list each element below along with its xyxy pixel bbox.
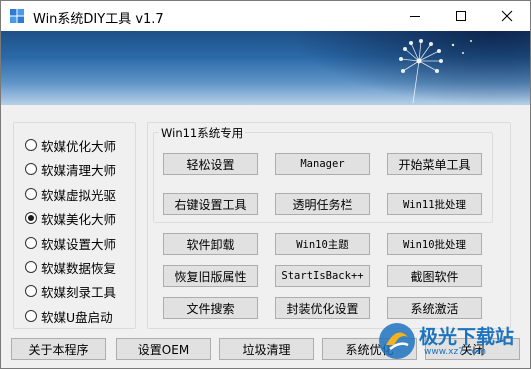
watermark-url: www.xz7.com bbox=[424, 347, 486, 357]
radio-option[interactable]: 软媒刻录工具 bbox=[25, 282, 116, 300]
minimize-icon bbox=[410, 16, 420, 17]
easy-settings-button[interactable]: 轻松设置 bbox=[163, 153, 258, 175]
watermark-text: 极光下载站 bbox=[419, 326, 515, 348]
software-uninstall-button[interactable]: 软件卸载 bbox=[163, 233, 258, 255]
maximize-icon bbox=[456, 11, 466, 21]
radio-option[interactable]: 软媒设置大师 bbox=[25, 234, 116, 252]
startisback-button[interactable]: StartIsBack++ bbox=[275, 265, 370, 287]
system-activation-button[interactable]: 系统激活 bbox=[387, 297, 482, 319]
radio-button[interactable] bbox=[25, 285, 37, 297]
radio-label: 软媒美化大师 bbox=[41, 211, 117, 227]
start-menu-tool-button[interactable]: 开始菜单工具 bbox=[387, 153, 482, 175]
app-icon bbox=[10, 9, 24, 23]
win10-theme-button[interactable]: Win10主题 bbox=[275, 233, 370, 255]
radio-option[interactable]: 软媒美化大师 bbox=[25, 209, 116, 227]
radio-button[interactable] bbox=[25, 237, 37, 249]
radio-option[interactable]: 软媒虚拟光驱 bbox=[25, 185, 116, 203]
screenshot-software-button[interactable]: 截图软件 bbox=[387, 265, 482, 287]
radio-button[interactable] bbox=[25, 261, 37, 273]
radio-button[interactable] bbox=[25, 310, 37, 322]
radio-button[interactable] bbox=[25, 188, 37, 200]
manager-button[interactable]: Manager bbox=[275, 153, 370, 175]
file-search-button[interactable]: 文件搜索 bbox=[163, 297, 258, 319]
title-bar[interactable]: Win系统DIY工具 v1.7 bbox=[1, 1, 530, 31]
win10-batch-button[interactable]: Win10批处理 bbox=[387, 233, 482, 255]
package-optimize-button[interactable]: 封装优化设置 bbox=[275, 297, 370, 319]
win11-batch-button[interactable]: Win11批处理 bbox=[387, 193, 482, 215]
radio-option[interactable]: 软媒数据恢复 bbox=[25, 258, 116, 276]
radio-option[interactable]: 软媒优化大师 bbox=[25, 136, 116, 154]
radio-label: 软媒U盘启动 bbox=[41, 309, 113, 325]
radio-label: 软媒清理大师 bbox=[41, 162, 117, 178]
radio-option[interactable]: 软媒清理大师 bbox=[25, 160, 116, 178]
radio-label: 软媒刻录工具 bbox=[41, 284, 117, 300]
radio-button[interactable] bbox=[25, 163, 37, 175]
radio-option[interactable]: 软媒U盘启动 bbox=[25, 307, 113, 325]
radio-button-checked[interactable] bbox=[25, 212, 37, 224]
header-banner bbox=[1, 31, 530, 105]
window-title: Win系统DIY工具 v1.7 bbox=[33, 12, 164, 27]
close-window-button[interactable] bbox=[484, 1, 530, 31]
radio-label: 软媒虚拟光驱 bbox=[41, 187, 117, 203]
watermark: 极光下载站 www.xz7.com bbox=[374, 320, 524, 362]
set-oem-button[interactable]: 设置OEM bbox=[116, 338, 211, 360]
close-icon bbox=[501, 10, 513, 22]
radio-label: 软媒数据恢复 bbox=[41, 260, 117, 276]
junk-cleanup-button[interactable]: 垃圾清理 bbox=[219, 338, 314, 360]
watermark-logo-icon bbox=[379, 323, 415, 359]
dandelion-image bbox=[399, 39, 472, 104]
radio-label: 软媒设置大师 bbox=[41, 236, 117, 252]
maximize-button[interactable] bbox=[438, 1, 484, 31]
radio-button[interactable] bbox=[25, 139, 37, 151]
transparent-taskbar-button[interactable]: 透明任务栏 bbox=[275, 193, 370, 215]
win11-group-legend: Win11系统专用 bbox=[159, 125, 246, 141]
app-window: Win系统DIY工具 v1.7 软媒优化大师 软媒清理大师 软媒虚拟光驱 软媒美… bbox=[0, 0, 531, 369]
restore-old-properties-button[interactable]: 恢复旧版属性 bbox=[163, 265, 258, 287]
radio-label: 软媒优化大师 bbox=[41, 138, 117, 154]
about-button[interactable]: 关于本程序 bbox=[11, 338, 106, 360]
context-menu-tool-button[interactable]: 右键设置工具 bbox=[163, 193, 258, 215]
minimize-button[interactable] bbox=[392, 1, 438, 31]
